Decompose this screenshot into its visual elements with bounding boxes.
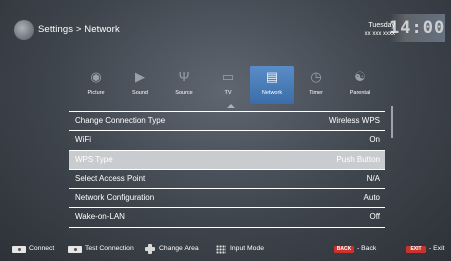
tab-network[interactable]: ▤ Network xyxy=(250,66,294,104)
scrollbar[interactable] xyxy=(391,106,393,138)
setting-wps-type[interactable]: WPS Type Push Button xyxy=(69,150,385,170)
back-key-icon: BACK xyxy=(334,245,354,253)
tab-picture[interactable]: ◉ Picture xyxy=(74,66,118,104)
footer-connect[interactable]: Connect xyxy=(12,241,54,257)
source-icon: Ψ xyxy=(178,69,190,84)
setting-label: WiFi xyxy=(75,135,91,145)
tab-tv[interactable]: ▭ TV xyxy=(206,66,250,104)
tab-label: Timer xyxy=(309,90,323,96)
tab-timer[interactable]: ◷ Timer xyxy=(294,66,338,104)
setting-network-configuration[interactable]: Network Configuration Auto xyxy=(69,189,385,209)
footer-test-connection[interactable]: Test Connection xyxy=(68,241,134,257)
timer-icon: ◷ xyxy=(310,69,322,84)
setting-change-connection-type[interactable]: Change Connection Type Wireless WPS xyxy=(69,111,385,132)
setting-select-access-point[interactable]: Select Access Point N/A xyxy=(69,170,385,190)
footer-input-mode-label: Input Mode xyxy=(230,245,265,252)
direction-pad-icon xyxy=(145,244,155,254)
tab-label: Network xyxy=(261,90,283,96)
exit-key-icon: EXIT xyxy=(406,245,426,253)
setting-label: Change Connection Type xyxy=(75,116,166,125)
logo-icon xyxy=(14,20,34,40)
picture-icon: ◉ xyxy=(90,69,102,84)
tab-source[interactable]: Ψ Source xyxy=(162,66,206,104)
sound-icon: ▶ xyxy=(135,69,145,84)
setting-value: N/A xyxy=(366,173,380,183)
setting-value: On xyxy=(369,135,380,145)
tab-label: TV xyxy=(224,90,232,96)
setting-label: WPS Type xyxy=(75,154,113,164)
tv-settings-screen: Settings > Network Tuesday xx xxx xxxx 1… xyxy=(0,0,451,261)
parental-icon: ☯ xyxy=(354,69,366,84)
scroll-up-arrow-icon xyxy=(227,104,235,108)
footer-test-label: Test Connection xyxy=(85,245,134,252)
footer-change-area[interactable]: Change Area xyxy=(145,241,199,257)
setting-value: Off xyxy=(369,212,380,222)
footer-exit[interactable]: EXIT - Exit xyxy=(406,241,444,257)
color-key-icon xyxy=(68,245,82,253)
tab-label: Source xyxy=(175,90,193,96)
ok-key-icon xyxy=(12,245,26,253)
tab-label: Sound xyxy=(132,90,148,96)
footer-change-area-label: Change Area xyxy=(159,245,199,252)
settings-list: Change Connection Type Wireless WPS WiFi… xyxy=(69,111,385,228)
setting-value: Auto xyxy=(363,193,380,203)
tab-label: Parental xyxy=(349,90,371,96)
setting-label: Network Configuration xyxy=(75,193,155,203)
setting-value: Wireless WPS xyxy=(328,116,380,125)
footer-input-mode[interactable]: Input Mode xyxy=(216,241,264,257)
page-title: Settings > Network xyxy=(38,24,120,35)
setting-wake-on-lan[interactable]: Wake-on-LAN Off xyxy=(69,208,385,228)
tab-parental[interactable]: ☯ Parental xyxy=(338,66,382,104)
setting-value: Push Button xyxy=(336,154,380,164)
footer-back[interactable]: BACK - Back xyxy=(334,241,376,257)
tv-icon: ▭ xyxy=(221,69,235,84)
numeric-keypad-icon xyxy=(216,244,226,254)
footer-legend: Connect Test Connection Change Area Inpu… xyxy=(0,241,451,257)
setting-label: Wake-on-LAN xyxy=(75,212,125,222)
category-bar: ◉ Picture ▶ Sound Ψ Source ▭ TV ▤ Networ… xyxy=(74,66,382,104)
network-icon: ▤ xyxy=(265,69,279,84)
clock: 14:00 xyxy=(389,14,445,42)
setting-wifi[interactable]: WiFi On xyxy=(69,131,385,151)
footer-back-label: - Back xyxy=(357,245,377,252)
footer-connect-label: Connect xyxy=(29,245,55,252)
footer-exit-label: - Exit xyxy=(429,245,445,252)
setting-label: Select Access Point xyxy=(75,173,146,183)
tab-sound[interactable]: ▶ Sound xyxy=(118,66,162,104)
tab-label: Picture xyxy=(87,90,105,96)
